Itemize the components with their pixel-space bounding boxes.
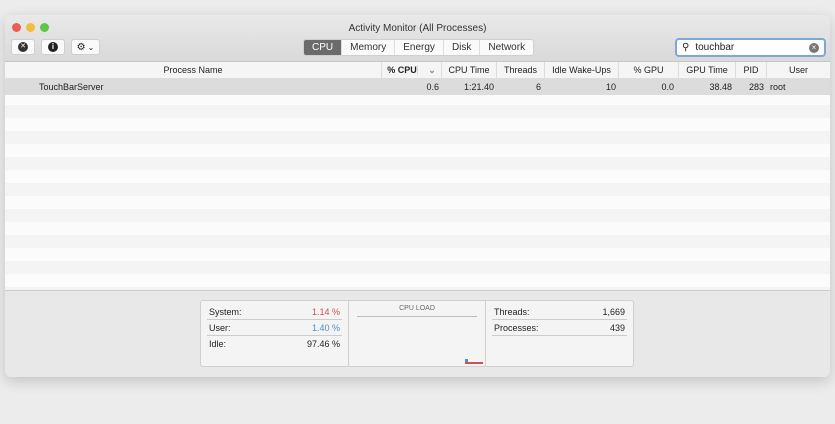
threads: 6 (535, 82, 541, 92)
cpu-summary: System: 1.14 % User: 1.40 % Idle: 97.46 % C… (5, 290, 830, 377)
process-name: TouchBarServer (39, 82, 104, 92)
activity-monitor-window: Activity Monitor (All Processes) ✕ i ⚙ ⌄ … (5, 15, 830, 377)
process-table: TouchBarServer 0.6 1:21.40 6 10 0.0 38.4… (5, 79, 830, 290)
column-gpu[interactable]: % GPU (619, 62, 679, 78)
stop-process-button[interactable]: ✕ (11, 39, 35, 55)
column-idle-wake-ups[interactable]: Idle Wake-Ups (545, 62, 619, 78)
idle-label: Idle: (209, 339, 227, 349)
tab-network[interactable]: Network (480, 40, 533, 55)
table-header: Process Name % CPU ⌄ CPU Time Threads Id… (5, 62, 830, 79)
cpu-percent: 0.6 (426, 82, 439, 92)
threads-label: Threads: (494, 307, 530, 317)
sort-chevron-icon: ⌄ (428, 65, 436, 75)
user: root (770, 82, 786, 92)
column-cpu[interactable]: % CPU ⌄ (382, 62, 442, 78)
category-tabs: CPU Memory Energy Disk Network (303, 39, 535, 56)
column-cpu-time[interactable]: CPU Time (442, 62, 497, 78)
column-user[interactable]: User (767, 62, 830, 78)
user-label: User: (209, 323, 231, 333)
window-title: Activity Monitor (All Processes) (348, 23, 487, 34)
tab-energy[interactable]: Energy (395, 40, 444, 55)
cpu-load-bar-user (465, 359, 468, 362)
cpu-load-bar-system (465, 362, 483, 364)
search-value: touchbar (695, 42, 735, 53)
stop-icon: ✕ (18, 42, 28, 52)
toolbar: Activity Monitor (All Processes) ✕ i ⚙ ⌄ … (5, 15, 830, 62)
system-label: System: (209, 307, 242, 317)
tab-memory[interactable]: Memory (342, 40, 396, 55)
gear-icon: ⚙ (76, 41, 86, 53)
inspect-process-button[interactable]: i (41, 39, 65, 55)
system-value: 1.14 % (311, 307, 340, 317)
table-row[interactable]: TouchBarServer 0.6 1:21.40 6 10 0.0 38.4… (5, 79, 830, 95)
chevron-down-icon: ⌄ (87, 42, 95, 52)
action-menu-button[interactable]: ⚙ ⌄ (71, 39, 100, 55)
threads-value: 1,669 (602, 307, 625, 317)
info-icon: i (48, 42, 58, 52)
pid: 283 (748, 82, 764, 92)
user-value: 1.40 % (311, 323, 340, 333)
idle-value: 97.46 % (306, 339, 340, 349)
column-process-name[interactable]: Process Name (5, 62, 382, 78)
column-gpu-time[interactable]: GPU Time (679, 62, 736, 78)
processes-label: Processes: (494, 323, 539, 333)
clear-search-icon[interactable]: × (809, 42, 819, 53)
search-input[interactable]: ⚲ touchbar × (675, 38, 826, 57)
column-pid[interactable]: PID (736, 62, 767, 78)
tab-cpu[interactable]: CPU (304, 40, 343, 55)
cpu-load-title: CPU LOAD (357, 305, 477, 317)
column-threads[interactable]: Threads (497, 62, 545, 78)
cpu-time: 1:21.40 (463, 82, 494, 92)
tab-disk[interactable]: Disk (444, 40, 481, 55)
cpu-load-graph: CPU LOAD (349, 301, 486, 366)
gpu-percent: 0.0 (661, 82, 674, 92)
processes-value: 439 (609, 323, 625, 333)
column-cpu-label: % CPU (387, 65, 418, 75)
idle-wake-ups: 10 (605, 82, 616, 92)
gpu-time: 38.48 (709, 82, 732, 92)
search-icon: ⚲ (682, 42, 690, 53)
